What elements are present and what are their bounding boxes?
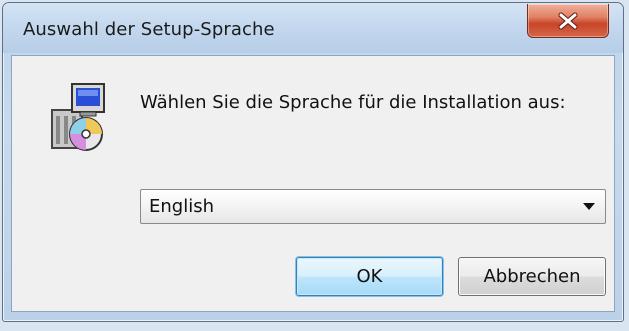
ok-button[interactable]: OK <box>296 257 443 296</box>
title-bar[interactable]: Auswahl der Setup-Sprache <box>3 3 623 53</box>
dropdown-arrow-icon <box>583 203 595 210</box>
close-x-icon <box>558 12 578 29</box>
close-button[interactable] <box>527 4 609 38</box>
language-select[interactable]: English <box>140 189 606 224</box>
language-select-value: English <box>149 196 214 217</box>
dialog-content: Wählen Sie die Sprache für die Installat… <box>11 55 615 312</box>
language-prompt: Wählen Sie die Sprache für die Installat… <box>140 92 566 113</box>
cancel-button[interactable]: Abbrechen <box>458 257 606 296</box>
language-dialog-window: Auswahl der Setup-Sprache Wählen Sie die… <box>2 2 624 322</box>
setup-installer-icon <box>51 83 105 151</box>
window-title: Auswahl der Setup-Sprache <box>23 19 275 40</box>
